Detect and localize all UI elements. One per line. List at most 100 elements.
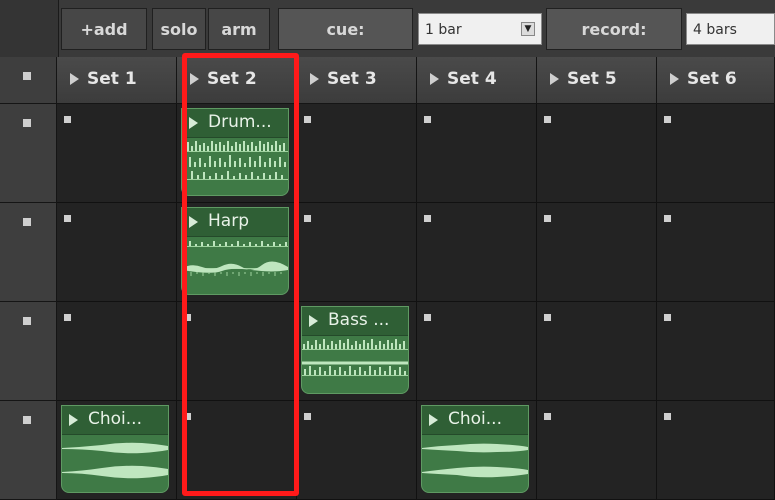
- stop-icon[interactable]: [664, 314, 671, 321]
- clip-slot[interactable]: [57, 104, 177, 203]
- clip-slot[interactable]: [297, 104, 417, 203]
- clip-name: Drum...: [208, 112, 272, 132]
- clip-slot[interactable]: Bass ...: [297, 302, 417, 401]
- stop-icon[interactable]: [304, 215, 311, 222]
- clip-header[interactable]: Drum...: [182, 109, 288, 138]
- clip-choir-2[interactable]: Choi...: [421, 405, 529, 493]
- clip-slot[interactable]: [537, 401, 657, 500]
- stop-icon[interactable]: [544, 314, 551, 321]
- stop-icon[interactable]: [64, 215, 71, 222]
- clip-slot[interactable]: [417, 302, 537, 401]
- play-icon[interactable]: [189, 117, 198, 129]
- play-icon[interactable]: [430, 73, 439, 85]
- cue-select[interactable]: 1 bar ▼: [418, 13, 542, 45]
- solo-button[interactable]: solo: [152, 8, 206, 50]
- clip-slot[interactable]: [537, 104, 657, 203]
- scene-header-3[interactable]: Set 3: [297, 57, 417, 104]
- scene-header-5[interactable]: Set 5: [537, 57, 657, 104]
- play-icon[interactable]: [190, 73, 199, 85]
- stop-icon[interactable]: [544, 413, 551, 420]
- track-header-1[interactable]: [0, 104, 57, 203]
- play-icon[interactable]: [70, 73, 79, 85]
- clip-name: Harp: [208, 211, 249, 231]
- clip-drum[interactable]: Drum...: [181, 108, 289, 196]
- stop-icon[interactable]: [23, 416, 31, 424]
- play-icon[interactable]: [189, 216, 198, 228]
- play-icon[interactable]: [309, 315, 318, 327]
- track-header-2[interactable]: [0, 203, 57, 302]
- clip-slot[interactable]: [657, 302, 775, 401]
- stop-icon[interactable]: [544, 215, 551, 222]
- play-icon[interactable]: [310, 73, 319, 85]
- play-icon[interactable]: [670, 73, 679, 85]
- toolbar-corner: [0, 0, 59, 57]
- stop-icon[interactable]: [64, 116, 71, 123]
- clip-slot[interactable]: Harp: [177, 203, 297, 302]
- scene-header-1[interactable]: Set 1: [57, 57, 177, 104]
- stop-icon[interactable]: [664, 116, 671, 123]
- stop-icon[interactable]: [664, 413, 671, 420]
- clip-slot[interactable]: [177, 302, 297, 401]
- clip-slot[interactable]: [57, 302, 177, 401]
- clip-slot[interactable]: Drum...: [177, 104, 297, 203]
- clip-slot[interactable]: Choi...: [417, 401, 537, 500]
- scene-header-4[interactable]: Set 4: [417, 57, 537, 104]
- stop-icon[interactable]: [23, 317, 31, 325]
- clip-header[interactable]: Choi...: [62, 406, 168, 435]
- play-icon[interactable]: [69, 414, 78, 426]
- waveform: [302, 339, 408, 376]
- record-value: 4 bars: [693, 22, 737, 38]
- clip-grid: Set 1 Set 2 Set 3 Set 4 Set 5 Set 6 Drum…: [0, 57, 775, 500]
- clip-slot[interactable]: [537, 302, 657, 401]
- scene-label: Set 6: [687, 69, 737, 89]
- clip-slot[interactable]: [417, 104, 537, 203]
- stop-icon[interactable]: [304, 116, 311, 123]
- clip-harp[interactable]: Harp: [181, 207, 289, 295]
- stop-icon[interactable]: [184, 413, 191, 420]
- clip-slot[interactable]: [657, 203, 775, 302]
- stop-icon[interactable]: [23, 218, 31, 226]
- stop-icon[interactable]: [424, 314, 431, 321]
- scene-label: Set 2: [207, 69, 257, 89]
- toolbar: +add solo arm cue: 1 bar ▼ record: 4 bar…: [0, 0, 775, 58]
- clip-slot[interactable]: [537, 203, 657, 302]
- play-icon[interactable]: [550, 73, 559, 85]
- track-header-3[interactable]: [0, 302, 57, 401]
- clip-slot[interactable]: [417, 203, 537, 302]
- clip-bass[interactable]: Bass ...: [301, 306, 409, 394]
- clip-slot[interactable]: [657, 401, 775, 500]
- clip-name: Bass ...: [328, 310, 390, 330]
- arm-button[interactable]: arm: [208, 8, 270, 50]
- clip-header[interactable]: Bass ...: [302, 307, 408, 336]
- scene-header-6[interactable]: Set 6: [657, 57, 775, 104]
- stop-icon[interactable]: [664, 215, 671, 222]
- clip-slot[interactable]: [657, 104, 775, 203]
- stop-icon[interactable]: [184, 314, 191, 321]
- stop-all-icon[interactable]: [23, 72, 31, 80]
- row-header-master[interactable]: [0, 57, 57, 104]
- stop-icon[interactable]: [64, 314, 71, 321]
- scene-header-2[interactable]: Set 2: [177, 57, 297, 104]
- record-label: record:: [546, 8, 682, 50]
- clip-header[interactable]: Harp: [182, 208, 288, 237]
- waveform: [422, 443, 528, 478]
- record-select[interactable]: 4 bars: [686, 13, 775, 45]
- stop-icon[interactable]: [544, 116, 551, 123]
- stop-icon[interactable]: [304, 413, 311, 420]
- clip-choir-1[interactable]: Choi...: [61, 405, 169, 493]
- waveform: [182, 241, 288, 276]
- add-button[interactable]: +add: [61, 8, 147, 50]
- stop-icon[interactable]: [424, 116, 431, 123]
- track-header-4[interactable]: [0, 401, 57, 500]
- chevron-down-icon[interactable]: ▼: [521, 22, 535, 36]
- clip-header[interactable]: Choi...: [422, 406, 528, 435]
- clip-slot[interactable]: [297, 203, 417, 302]
- scene-label: Set 4: [447, 69, 497, 89]
- play-icon[interactable]: [429, 414, 438, 426]
- stop-icon[interactable]: [424, 215, 431, 222]
- stop-icon[interactable]: [23, 119, 31, 127]
- clip-slot[interactable]: [177, 401, 297, 500]
- clip-slot[interactable]: Choi...: [57, 401, 177, 500]
- clip-slot[interactable]: [297, 401, 417, 500]
- clip-slot[interactable]: [57, 203, 177, 302]
